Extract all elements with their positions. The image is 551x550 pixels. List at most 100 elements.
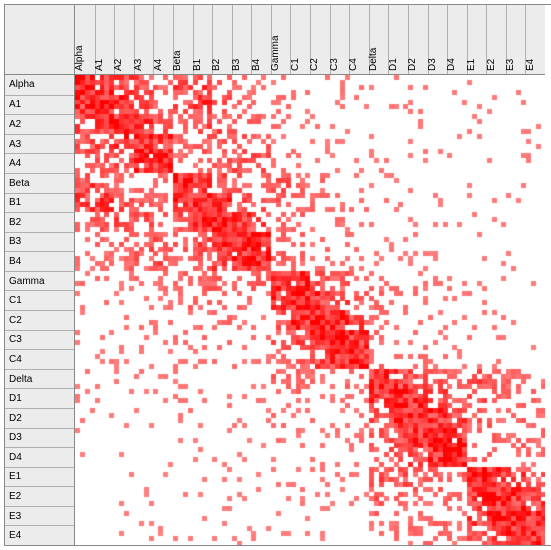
row-header-label: Beta xyxy=(9,178,30,189)
row-header-label: D1 xyxy=(9,393,22,404)
column-header: A4 xyxy=(153,5,173,74)
row-header: D2 xyxy=(5,408,74,428)
column-header: Beta xyxy=(173,5,193,74)
row-header: C1 xyxy=(5,290,74,310)
row-header-label: B1 xyxy=(9,197,21,208)
row-header: E2 xyxy=(5,486,74,506)
column-header: D4 xyxy=(447,5,467,74)
row-header: B4 xyxy=(5,251,74,271)
row-header: A1 xyxy=(5,95,74,115)
row-header: Gamma xyxy=(5,271,74,291)
row-header-label: Alpha xyxy=(9,79,35,90)
row-header-label: Delta xyxy=(9,374,32,385)
column-header-label: E3 xyxy=(505,59,516,71)
row-header-label: C1 xyxy=(9,295,22,306)
column-header-label: E1 xyxy=(466,59,477,71)
column-header: E4 xyxy=(525,5,545,74)
row-header: Delta xyxy=(5,369,74,389)
column-header-label: D3 xyxy=(427,58,438,71)
column-header-label: A2 xyxy=(113,59,124,71)
row-header-label: A3 xyxy=(9,139,21,150)
row-header: C4 xyxy=(5,349,74,369)
row-header-label: B4 xyxy=(9,256,21,267)
column-header: C1 xyxy=(290,5,310,74)
column-header: C4 xyxy=(349,5,369,74)
row-header: B2 xyxy=(5,212,74,232)
row-header-label: D2 xyxy=(9,413,22,424)
row-header: A2 xyxy=(5,114,74,134)
row-header-label: D3 xyxy=(9,432,22,443)
row-header-label: Gamma xyxy=(9,276,45,287)
row-header-label: B2 xyxy=(9,217,21,228)
column-header: B4 xyxy=(251,5,271,74)
row-header-label: A2 xyxy=(9,119,21,130)
row-header-label: C3 xyxy=(9,334,22,345)
column-header-label: A1 xyxy=(94,59,105,71)
column-header: B2 xyxy=(212,5,232,74)
row-header: D1 xyxy=(5,388,74,408)
row-header-label: B3 xyxy=(9,236,21,247)
row-header-label: A1 xyxy=(9,99,21,110)
corner-cell xyxy=(5,5,75,75)
column-header-label: D1 xyxy=(388,58,399,71)
row-header: A3 xyxy=(5,134,74,154)
row-header: C3 xyxy=(5,330,74,350)
row-header-label: E2 xyxy=(9,491,21,502)
column-header-label: A4 xyxy=(153,59,164,71)
column-header: E3 xyxy=(506,5,526,74)
row-header: C2 xyxy=(5,310,74,330)
row-header: E4 xyxy=(5,525,74,545)
row-header: Beta xyxy=(5,173,74,193)
row-header-label: C2 xyxy=(9,315,22,326)
column-header-label: E2 xyxy=(486,59,497,71)
column-header: Delta xyxy=(369,5,389,74)
row-header: A4 xyxy=(5,153,74,173)
column-header: D3 xyxy=(428,5,448,74)
column-header-label: B2 xyxy=(211,59,222,71)
column-header-label: C3 xyxy=(329,58,340,71)
column-header: Alpha xyxy=(75,5,95,74)
row-header: E3 xyxy=(5,506,74,526)
column-header-label: B3 xyxy=(231,59,242,71)
column-headers: Alpha A1 A2 A3 A4 Beta B1 B2 B3 B4 Gamma C1 C2 C3 C4 De… xyxy=(75,5,545,75)
column-header-label: B4 xyxy=(251,59,262,71)
row-header-label: E1 xyxy=(9,471,21,482)
row-header: Alpha xyxy=(5,75,74,95)
column-header-label: C2 xyxy=(309,58,320,71)
column-header: E2 xyxy=(486,5,506,74)
row-header: B3 xyxy=(5,232,74,252)
row-header-label: C4 xyxy=(9,354,22,365)
column-header: A3 xyxy=(134,5,154,74)
correlation-matrix: Alpha A1 A2 A3 A4 Beta B1 B2 B3 B4 Gamma C1 C2 C3 C4 De… xyxy=(4,4,551,546)
column-header-label: Delta xyxy=(368,48,379,71)
column-header-label: D4 xyxy=(446,58,457,71)
column-header-label: C4 xyxy=(348,58,359,71)
column-header: Gamma xyxy=(271,5,291,74)
heatmap-canvas xyxy=(75,75,545,545)
column-header-label: Gamma xyxy=(270,35,281,71)
row-header: D3 xyxy=(5,428,74,448)
row-header-label: E3 xyxy=(9,511,21,522)
column-header-label: Alpha xyxy=(74,45,85,71)
column-header: D2 xyxy=(408,5,428,74)
row-header-label: D4 xyxy=(9,452,22,463)
column-header: D1 xyxy=(388,5,408,74)
row-header-label: A4 xyxy=(9,158,21,169)
column-header-label: A3 xyxy=(133,59,144,71)
column-header-label: D2 xyxy=(407,58,418,71)
row-headers: Alpha A1 A2 A3 A4 Beta B1 B2 B3 B4 Gamma C1 C2 C3 C4 De… xyxy=(5,75,75,545)
row-header: B1 xyxy=(5,193,74,213)
column-header-label: Beta xyxy=(172,50,183,71)
row-header-label: E4 xyxy=(9,530,21,541)
column-header: A1 xyxy=(95,5,115,74)
heatmap-body xyxy=(75,75,545,545)
column-header: C2 xyxy=(310,5,330,74)
column-header: E1 xyxy=(467,5,487,74)
column-header-label: B1 xyxy=(192,59,203,71)
column-header-label: C1 xyxy=(290,58,301,71)
column-header: B1 xyxy=(193,5,213,74)
column-header: C3 xyxy=(330,5,350,74)
row-header: E1 xyxy=(5,467,74,487)
column-header: A2 xyxy=(114,5,134,74)
column-header: B3 xyxy=(232,5,252,74)
